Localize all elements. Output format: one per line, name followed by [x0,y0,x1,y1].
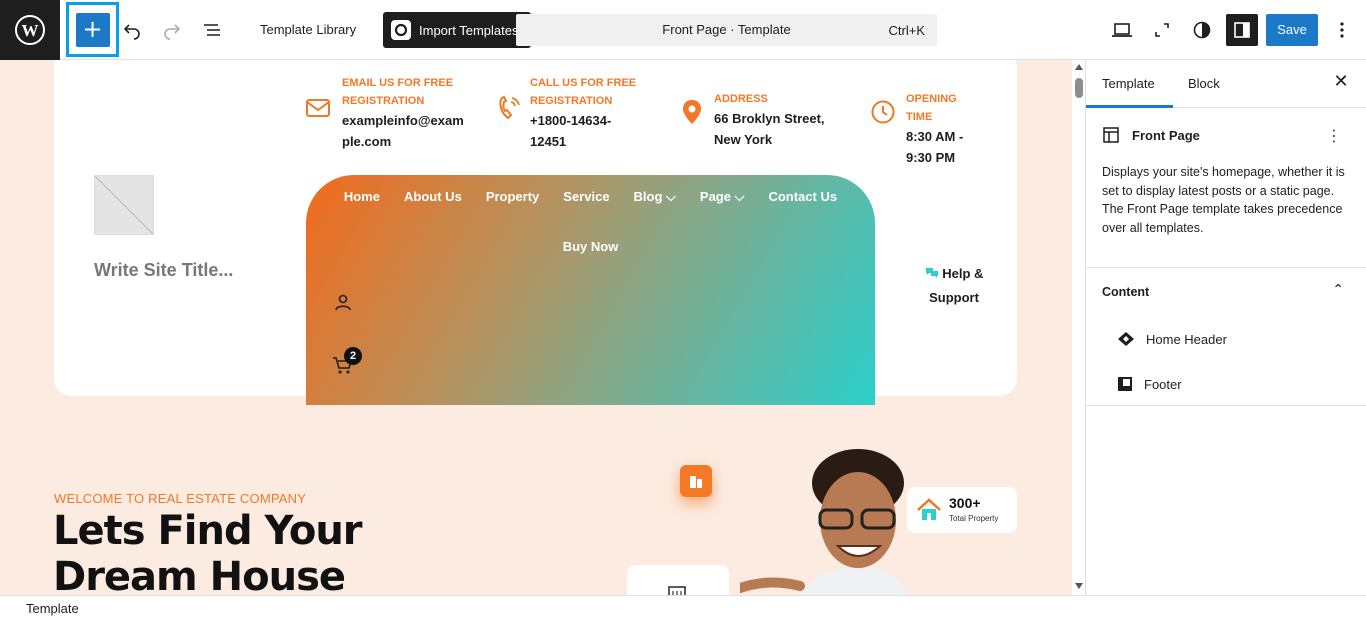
template-description: Displays your site's homepage, whether i… [1102,165,1345,235]
contact-label: EMAIL US FOR FREE REGISTRATION [342,77,454,107]
menu-item-about[interactable]: About Us [404,189,462,205]
location-pin-icon [683,100,701,124]
close-icon[interactable]: ✕ [1331,72,1351,92]
stat-value: 300+ [949,495,981,511]
headline-line-2: Dream House [53,554,346,595]
hero-person-image [740,449,909,595]
welcome-tagline: WELCOME TO REAL ESTATE COMPANY [54,491,307,506]
divider [1086,405,1366,406]
import-templates-button[interactable]: Import Templates [383,12,531,48]
template-header: Front Page [1102,126,1200,144]
user-account-icon[interactable] [334,293,352,311]
shortcut-hint: Ctrl+K [888,23,925,38]
canvas-scrollbar[interactable] [1071,60,1085,595]
contact-email: EMAIL US FOR FREE REGISTRATION examplein… [304,74,470,152]
styles-contrast-icon[interactable] [1190,18,1214,42]
settings-sidebar: Template Block ✕ Front Page ⋮ Displays y… [1085,60,1366,595]
menu-item-blog[interactable]: Blog ⌵ [634,189,676,205]
add-block-button[interactable]: + [66,2,119,57]
stat-card: 300+ Total Property [907,487,1017,533]
wordpress-logo-icon[interactable]: W [0,0,60,60]
contact-phone: CALL US FOR FREE REGISTRATION +1800-1463… [496,74,648,152]
editor-footer: Template [0,595,1366,620]
template-name: Front Page [1132,127,1200,143]
chat-bubbles-icon [925,268,938,278]
help-line-1: Help & [942,266,984,281]
phone-icon [499,95,520,120]
help-support[interactable]: Help & Support [914,262,994,310]
house-icon [917,498,941,520]
layout-icon [1103,127,1119,143]
building-icon [668,586,686,595]
site-logo-placeholder[interactable] [94,175,154,235]
plus-icon: + [75,12,110,47]
sidebar-icon [1234,22,1250,38]
headline-line-1: Lets Find Your [53,508,363,554]
property-card [627,565,729,595]
content-item-home-header[interactable]: Home Header [1116,331,1227,347]
import-logo-icon [391,20,411,40]
tab-block[interactable]: Block [1188,76,1220,91]
content-section-title[interactable]: Content [1102,285,1149,299]
contact-address: ADDRESS 66 Broklyn Street, New York [680,90,844,150]
template-options-icon[interactable]: ⋮ [1326,126,1342,145]
redo-icon[interactable] [160,18,184,42]
contact-hours: OPENING TIME 8:30 AM - 9:30 PM [870,90,986,168]
mail-icon [306,99,330,117]
template-part-icon [1118,332,1134,346]
options-kebab-icon[interactable] [1330,18,1354,42]
site-title[interactable]: Write Site Title... [94,260,233,281]
tab-template[interactable]: Template [1102,76,1155,91]
content-item-footer[interactable]: Footer [1116,375,1182,393]
menu-item-property[interactable]: Property [486,189,539,205]
import-templates-label: Import Templates [419,22,519,38]
main-menu: Home About Us Property Service Blog ⌵ Pa… [306,189,875,205]
cart-count-badge: 2 [344,347,362,365]
menu-item-page[interactable]: Page ⌵ [700,189,745,205]
stat-label: Total Property [949,514,999,523]
sidebar-tabs: Template Block ✕ [1086,60,1366,108]
contact-label: CALL US FOR FREE REGISTRATION [530,77,637,107]
device-preview-icon[interactable] [1110,18,1134,42]
top-toolbar: W + Template Library Import Templates Fr… [0,0,1366,60]
help-line-2: Support [929,290,979,305]
document-title: Front Page · Template [662,22,791,37]
navigation-block[interactable]: Home About Us Property Service Blog ⌵ Pa… [306,175,875,405]
save-button[interactable]: Save [1266,14,1318,46]
template-library-link[interactable]: Template Library [260,22,356,37]
fullscreen-icon[interactable] [1150,18,1174,42]
settings-sidebar-toggle[interactable] [1226,14,1258,46]
contact-value: 8:30 AM - 9:30 PM [906,129,964,165]
active-tab-indicator [1086,105,1173,108]
scroll-down-icon[interactable] [1075,583,1083,589]
contact-value: 66 Broklyn Street, New York [714,111,825,147]
building-badge-icon [680,465,712,497]
menu-item-home[interactable]: Home [344,189,380,205]
list-view-icon[interactable] [200,18,224,42]
menu-item-contact[interactable]: Contact Us [768,189,837,205]
content-item-label: Footer [1144,376,1182,392]
content-item-label: Home Header [1146,331,1227,347]
editor-canvas[interactable]: EMAIL US FOR FREE REGISTRATION examplein… [0,60,1071,595]
contact-label: ADDRESS [714,93,768,105]
contact-value: +1800-14634-12451 [530,113,612,149]
footer-icon [1118,377,1132,391]
contact-label: OPENING TIME [906,93,957,123]
contact-value: exampleinfo@example.com [342,113,464,149]
clock-icon [871,100,895,124]
scroll-up-icon[interactable] [1075,64,1083,70]
menu-item-service[interactable]: Service [563,189,609,205]
hero-headline: Lets Find Your Dream House [53,508,363,595]
svg-text:W: W [22,21,39,40]
breadcrumb-template[interactable]: Template [26,601,79,616]
scrollbar-thumb[interactable] [1075,78,1083,98]
document-bar[interactable]: Front Page · Template Ctrl+K [516,14,937,46]
divider [1086,267,1366,268]
undo-icon[interactable] [120,18,144,42]
chevron-up-icon[interactable]: ⌃ [1332,282,1344,298]
menu-item-buy-now[interactable]: Buy Now [306,239,875,254]
home-header-block[interactable]: EMAIL US FOR FREE REGISTRATION examplein… [54,60,1017,405]
